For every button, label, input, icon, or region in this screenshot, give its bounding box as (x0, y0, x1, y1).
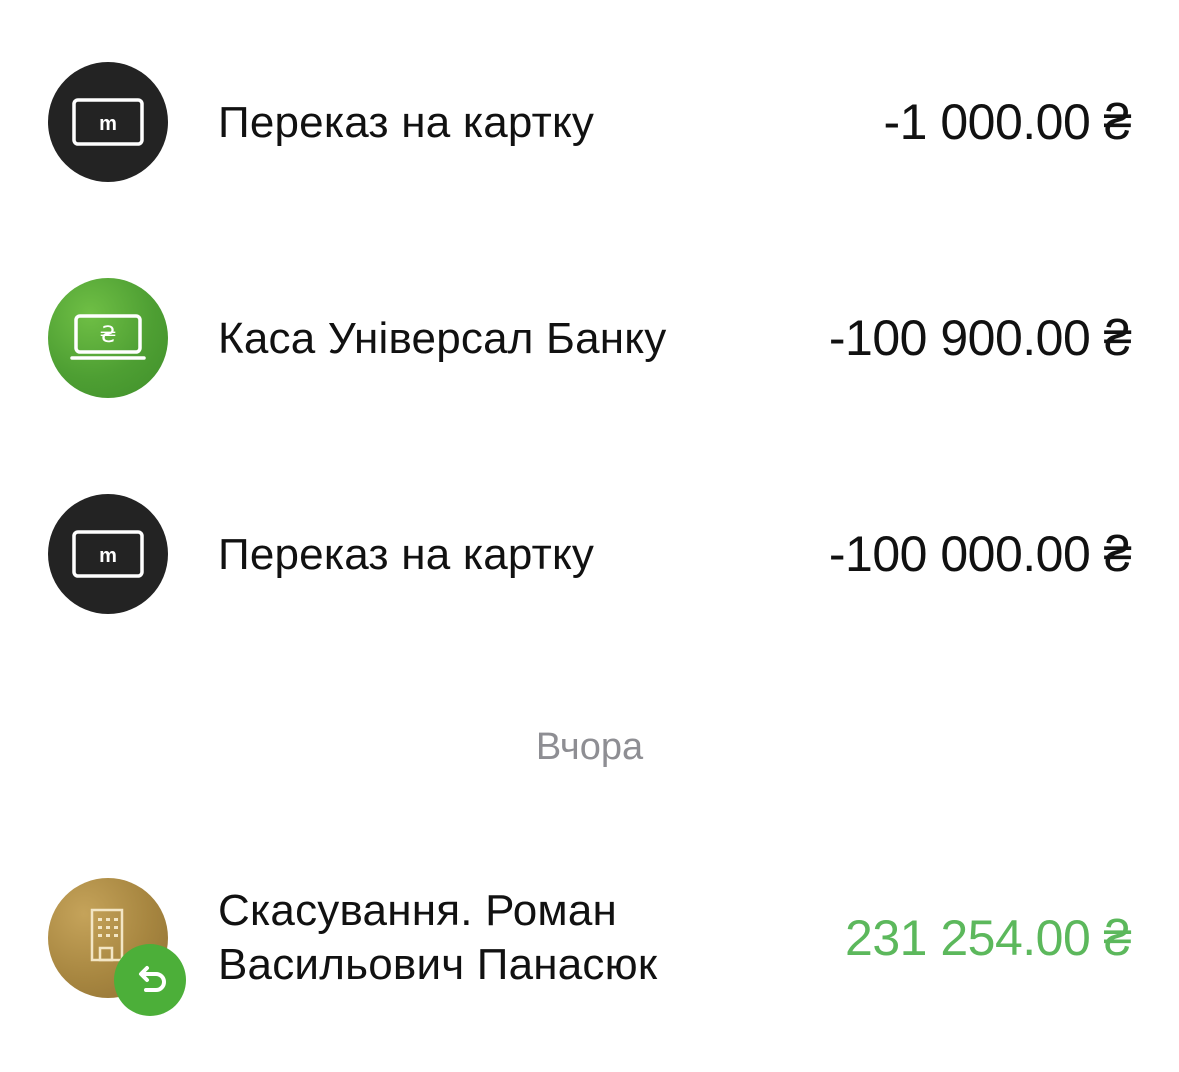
transaction-title: Каса Універсал Банку (218, 314, 667, 363)
svg-text:m: m (99, 113, 117, 135)
transaction-title-line-1: Скасування. Роман (218, 886, 617, 935)
transaction-title: Скасування. Роман Васильович Панасюк (218, 884, 657, 992)
transaction-amount: -100 900.00 ₴ (828, 310, 1132, 366)
svg-text:m: m (99, 545, 117, 567)
transaction-row[interactable]: Скасування. Роман Васильович Панасюк 231… (0, 878, 1179, 1016)
transaction-title: Переказ на картку (218, 98, 595, 147)
svg-text:₴: ₴ (99, 323, 116, 348)
transaction-row[interactable]: m Переказ на картку -1 000.00 ₴ (0, 62, 1179, 186)
transaction-row[interactable]: m Переказ на картку -100 000.00 ₴ (0, 494, 1179, 618)
transaction-title-line-2: Васильович Панасюк (218, 940, 658, 989)
return-arrow-icon (114, 944, 186, 1016)
transaction-row[interactable]: ₴ Каса Універсал Банку -100 900.00 ₴ (0, 278, 1179, 402)
card-m-icon: m (48, 494, 168, 614)
section-header-yesterday: Вчора (535, 726, 644, 768)
transaction-amount: -100 000.00 ₴ (828, 526, 1132, 582)
transaction-title: Переказ на картку (218, 530, 595, 579)
transaction-amount: -1 000.00 ₴ (883, 94, 1132, 150)
transaction-amount: 231 254.00 ₴ (845, 910, 1131, 966)
card-m-icon: m (48, 62, 168, 182)
cash-desk-icon: ₴ (48, 278, 168, 398)
